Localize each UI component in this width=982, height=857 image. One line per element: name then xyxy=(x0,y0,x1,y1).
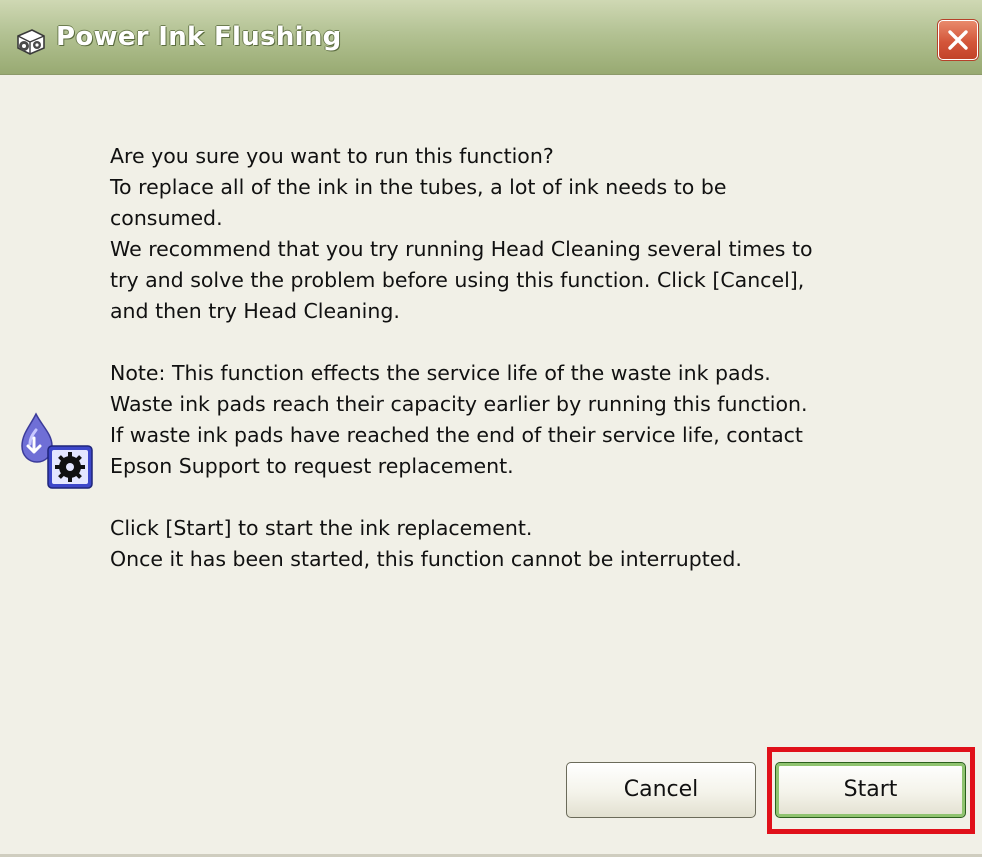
cancel-button[interactable]: Cancel xyxy=(566,762,756,818)
message-line: Once it has been started, this function … xyxy=(110,547,742,571)
message-line: If waste ink pads have reached the end o… xyxy=(110,423,803,447)
message-text: Are you sure you want to run this functi… xyxy=(110,141,890,575)
message-line: try and solve the problem before using t… xyxy=(110,268,805,292)
printer-gear-icon xyxy=(12,26,48,58)
message-line: consumed. xyxy=(110,206,223,230)
message-line: and then try Head Cleaning. xyxy=(110,299,400,323)
title-bar[interactable]: Power Ink Flushing xyxy=(0,0,982,75)
message-line: Epson Support to request replacement. xyxy=(110,454,514,478)
close-button[interactable] xyxy=(938,20,978,60)
start-button-highlight xyxy=(767,747,975,834)
message-line: Are you sure you want to run this functi… xyxy=(110,144,554,168)
message-line: Waste ink pads reach their capacity earl… xyxy=(110,392,808,416)
message-line: Note: This function effects the service … xyxy=(110,361,771,385)
window-title: Power Ink Flushing xyxy=(56,22,342,52)
dialog-window: Power Ink Flushing Are you sure you want xyxy=(0,0,982,857)
close-icon xyxy=(948,30,968,50)
message-line: To replace all of the ink in the tubes, … xyxy=(110,175,727,199)
message-line: We recommend that you try running Head C… xyxy=(110,237,813,261)
ink-drop-gear-icon xyxy=(18,408,98,492)
message-line: Click [Start] to start the ink replaceme… xyxy=(110,516,533,540)
